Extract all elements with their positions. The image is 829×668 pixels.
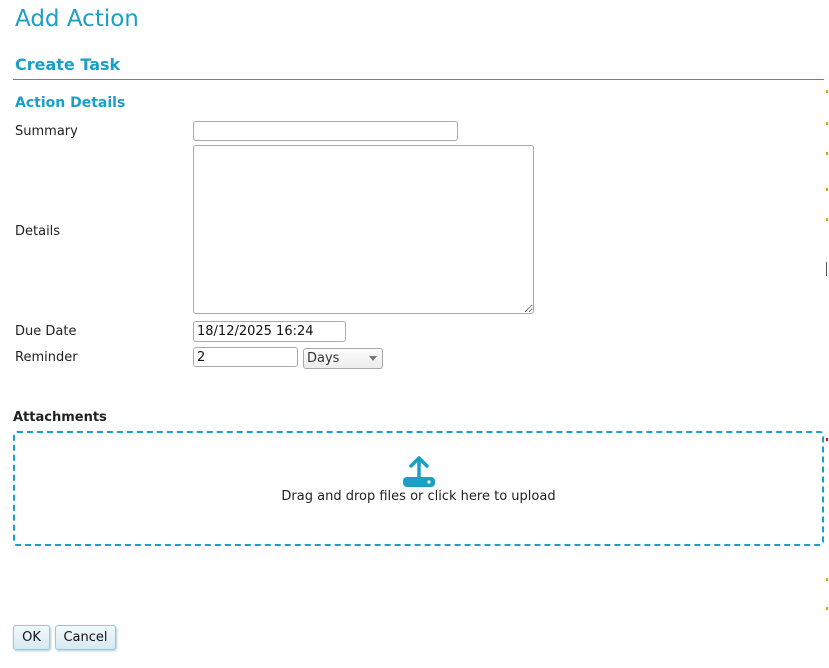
ok-button[interactable]: OK (13, 625, 50, 650)
file-dropzone[interactable]: Drag and drop files or click here to upl… (13, 431, 824, 546)
section-title: Create Task (15, 55, 121, 74)
reminder-amount-input[interactable] (193, 347, 298, 367)
action-details-heading: Action Details (15, 95, 126, 111)
section-divider (13, 79, 824, 80)
summary-input[interactable] (193, 121, 458, 141)
upload-icon (403, 456, 435, 487)
attachments-label: Attachments (13, 410, 107, 425)
reminder-unit-select[interactable]: Days (303, 348, 383, 369)
reminder-label: Reminder (15, 350, 78, 365)
cancel-button[interactable]: Cancel (55, 625, 116, 650)
due-date-input[interactable] (193, 321, 346, 342)
details-label: Details (15, 224, 61, 239)
due-date-label: Due Date (15, 324, 77, 339)
reminder-unit-value: Days (307, 351, 340, 366)
chevron-down-icon (369, 356, 377, 361)
details-textarea[interactable] (193, 145, 534, 314)
page-title: Add Action (15, 6, 139, 32)
dropzone-text: Drag and drop files or click here to upl… (281, 489, 556, 504)
summary-label: Summary (15, 124, 78, 139)
